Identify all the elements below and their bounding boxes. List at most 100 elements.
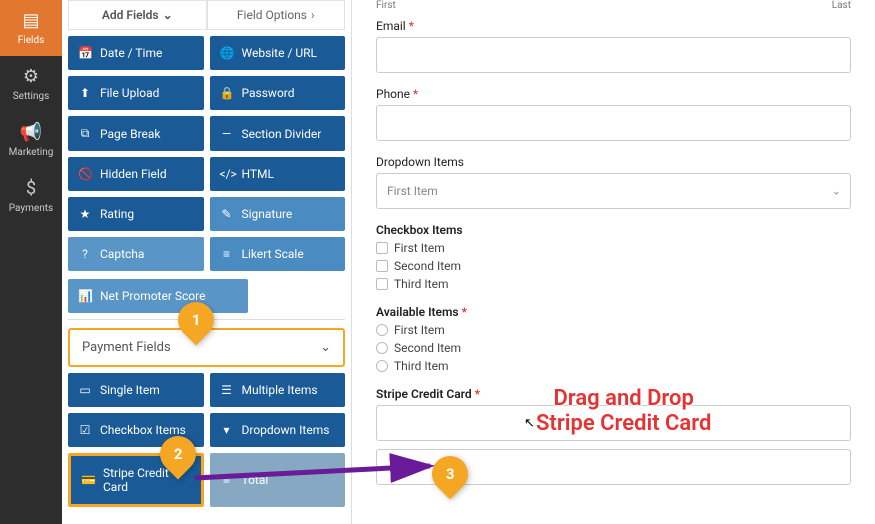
dropdown-icon: ▾ xyxy=(220,423,234,437)
field-section-divider[interactable]: — Section Divider xyxy=(210,116,346,151)
chevron-down-icon: ⌄ xyxy=(320,340,331,355)
field-website-url[interactable]: 🌐 Website / URL xyxy=(210,36,346,70)
last-label: Last xyxy=(832,0,851,11)
field-label: Checkbox Items xyxy=(100,423,186,437)
question-icon: ? xyxy=(78,247,92,261)
globe-icon: 🌐 xyxy=(220,46,234,60)
nav-fields[interactable]: ▤ Fields xyxy=(0,0,62,56)
instruction-text: Drag and Drop Stripe Credit Card xyxy=(536,386,711,437)
payment-fields-header[interactable]: Payment Fields ⌄ xyxy=(68,328,345,367)
lock-icon: 🔒 xyxy=(220,86,234,100)
likert-icon: ≡ xyxy=(220,247,234,261)
checkbox-option[interactable]: Second Item xyxy=(376,259,851,273)
field-label: Section Divider xyxy=(242,127,322,141)
email-group: Email * xyxy=(376,19,851,73)
field-html[interactable]: </>HTML xyxy=(210,157,346,191)
nav-label: Fields xyxy=(18,35,45,46)
first-label: First xyxy=(376,0,396,11)
code-icon: </> xyxy=(220,167,234,181)
nps-row: 📊Net Promoter Score xyxy=(68,279,345,313)
dropdown-select[interactable]: ⌄ xyxy=(376,173,851,209)
field-likert-scale[interactable]: ≡ Likert Scale xyxy=(210,237,346,271)
field-signature[interactable]: ✎Signature xyxy=(210,197,346,231)
field-hidden-field[interactable]: 🚫 Hidden Field xyxy=(68,157,204,191)
tab-label: Add Fields xyxy=(102,8,159,22)
field-label: Page Break xyxy=(100,127,161,141)
option-label: Second Item xyxy=(394,341,461,355)
name-row: First Last xyxy=(376,0,851,15)
checkbox-icon xyxy=(376,278,388,290)
megaphone-icon: 📢 xyxy=(20,122,42,143)
radio-icon xyxy=(376,360,388,372)
hidden-icon: 🚫 xyxy=(78,167,92,181)
field-file-upload[interactable]: ⬆File Upload xyxy=(68,76,204,110)
required-asterisk: * xyxy=(409,19,414,33)
checkbox-option[interactable]: Third Item xyxy=(376,277,851,291)
field-rating[interactable]: ★Rating xyxy=(68,197,204,231)
nav-marketing[interactable]: 📢 Marketing xyxy=(0,112,62,168)
calendar-icon: 📅 xyxy=(78,46,92,60)
fields-panel: Add Fields ⌄ Field Options › 📅Date / Tim… xyxy=(62,0,352,524)
option-label: First Item xyxy=(394,241,445,255)
star-icon: ★ xyxy=(78,207,92,221)
option-label: Third Item xyxy=(394,277,448,291)
checkbox-group: Checkbox Items First Item Second Item Th… xyxy=(376,223,851,291)
available-label: Available Items * xyxy=(376,305,851,319)
field-label: Single Item xyxy=(100,383,160,397)
field-captcha[interactable]: ? Captcha xyxy=(68,237,204,271)
field-label: Hidden Field xyxy=(100,167,167,181)
checkbox-icon: ☑ xyxy=(78,423,92,437)
field-label: Password xyxy=(242,86,295,100)
radio-option[interactable]: Second Item xyxy=(376,341,851,355)
radio-option[interactable]: First Item xyxy=(376,323,851,337)
dropdown-value[interactable] xyxy=(376,173,851,209)
payment-fields-grid: ▭ Single Item ☰Multiple Items ☑ Checkbox I… xyxy=(68,373,345,507)
field-label: Multiple Items xyxy=(242,383,318,397)
tab-field-options[interactable]: Field Options › xyxy=(207,0,346,30)
total-icon: ≡ xyxy=(220,473,234,487)
field-label: Stripe Credit Card xyxy=(103,466,191,494)
field-label: Dropdown Items xyxy=(242,423,330,437)
radio-icon xyxy=(376,324,388,336)
field-total[interactable]: ≡Total xyxy=(210,453,346,507)
email-label: Email * xyxy=(376,19,851,33)
radio-icon xyxy=(376,342,388,354)
panel-tabs: Add Fields ⌄ Field Options › xyxy=(68,0,345,30)
field-password[interactable]: 🔒 Password xyxy=(210,76,346,110)
field-net-promoter-score[interactable]: 📊Net Promoter Score xyxy=(68,279,248,313)
field-checkbox-items[interactable]: ☑ Checkbox Items xyxy=(68,413,204,447)
nav-payments[interactable]: $ Payments xyxy=(0,168,62,224)
field-multiple-items[interactable]: ☰Multiple Items xyxy=(210,373,346,407)
required-asterisk: * xyxy=(462,305,467,319)
stripe-field-2[interactable] xyxy=(376,449,851,485)
nav-settings[interactable]: ⚙ Settings xyxy=(0,56,62,112)
form-preview: First Last Email * Phone * Dropdown Item… xyxy=(352,0,875,524)
dollar-icon: $ xyxy=(26,178,36,199)
field-label: File Upload xyxy=(100,86,159,100)
chevron-down-icon: ⌄ xyxy=(163,8,173,22)
single-icon: ▭ xyxy=(78,383,92,397)
nav-label: Payments xyxy=(9,203,53,214)
field-dropdown-items[interactable]: ▾ Dropdown Items xyxy=(210,413,346,447)
divider-icon: — xyxy=(220,127,234,141)
tab-add-fields[interactable]: Add Fields ⌄ xyxy=(68,0,207,30)
dropdown-label: Dropdown Items xyxy=(376,155,851,169)
field-stripe-credit-card[interactable]: 💳Stripe Credit Card xyxy=(68,453,204,507)
field-label: Website / URL xyxy=(242,46,318,60)
chevron-right-icon: › xyxy=(311,8,315,22)
phone-group: Phone * xyxy=(376,87,851,141)
field-label: Signature xyxy=(242,207,293,221)
field-date-time[interactable]: 📅Date / Time xyxy=(68,36,204,70)
field-label: Captcha xyxy=(100,247,144,261)
checkbox-label: Checkbox Items xyxy=(376,223,851,237)
checkbox-option[interactable]: First Item xyxy=(376,241,851,255)
email-field[interactable] xyxy=(376,37,851,73)
fancy-fields-grid: 📅Date / Time 🌐 Website / URL ⬆File Upload… xyxy=(68,36,345,271)
field-single-item[interactable]: ▭ Single Item xyxy=(68,373,204,407)
phone-field[interactable] xyxy=(376,105,851,141)
radio-option[interactable]: Third Item xyxy=(376,359,851,373)
field-label: Likert Scale xyxy=(242,247,304,261)
option-label: Second Item xyxy=(394,259,461,273)
field-page-break[interactable]: ⧉Page Break xyxy=(68,116,204,151)
checkbox-icon xyxy=(376,242,388,254)
